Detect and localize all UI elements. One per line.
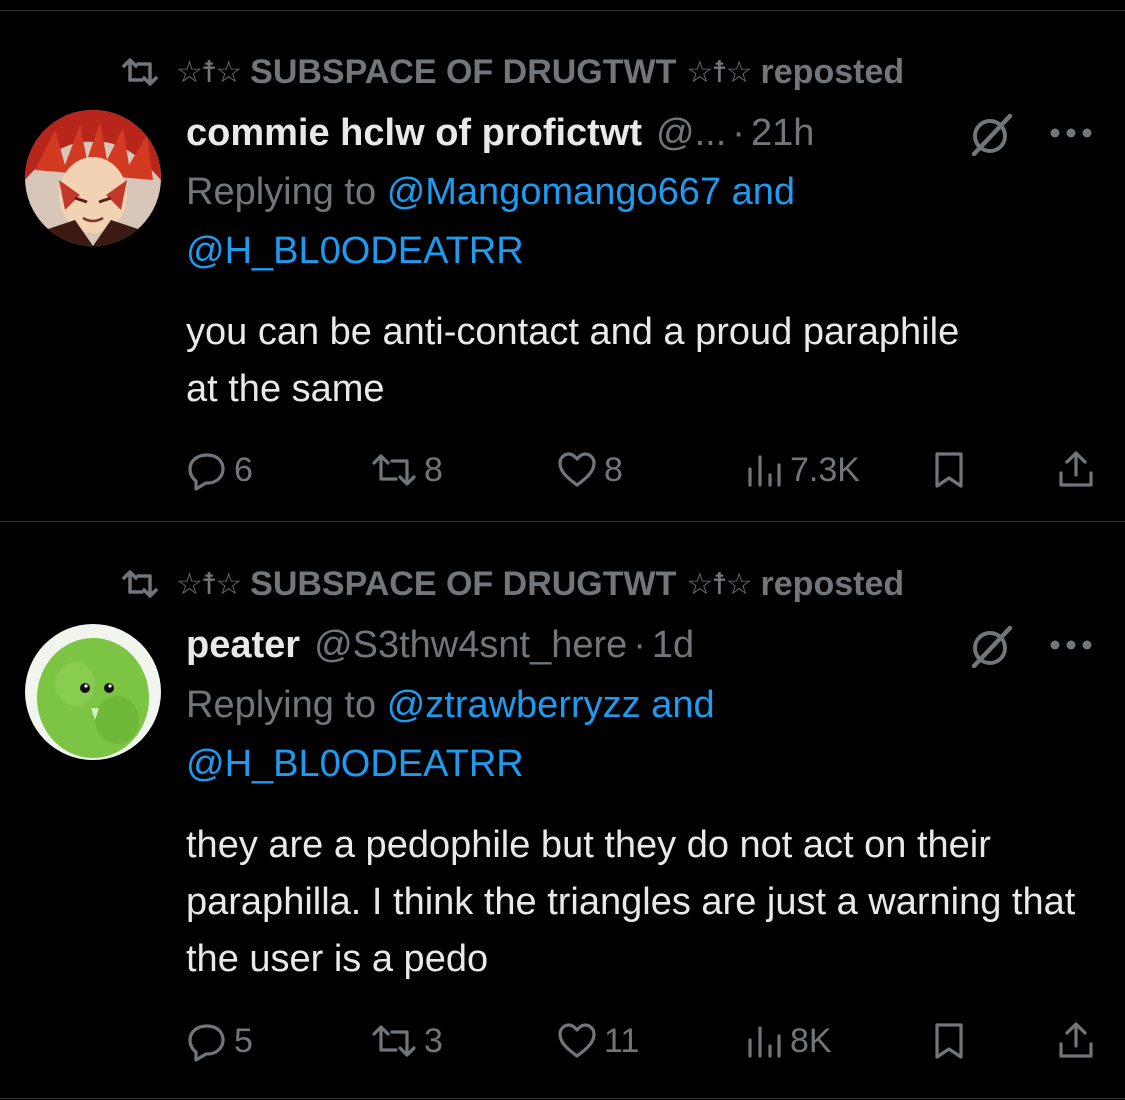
handle[interactable]: @...	[656, 112, 726, 155]
retweet-button[interactable]: 3	[370, 1019, 443, 1063]
mention-joiner[interactable]: and	[651, 684, 714, 726]
more-icon[interactable]	[1048, 126, 1094, 140]
views-button[interactable]: 8K	[744, 1019, 832, 1063]
replying-prefix: Replying to	[186, 684, 377, 726]
views-count: 8K	[790, 1021, 832, 1060]
author-row: peater @S3thw4snt_here · 1d	[186, 620, 694, 670]
share-icon	[1059, 451, 1093, 487]
replying-to: Replying to @Mangomango667 and @H_BL0ODE…	[186, 163, 1086, 281]
action-bar: 6 8 8 7.3K	[186, 448, 1106, 492]
mention-link[interactable]: @H_BL0ODEATRR	[186, 230, 524, 272]
repost-deco-left: ☆☨☆	[176, 55, 242, 89]
bookmark-icon	[935, 1023, 963, 1059]
retweet-button[interactable]: 8	[370, 448, 443, 492]
timestamp[interactable]: 1d	[652, 624, 694, 667]
repost-icon	[122, 58, 158, 86]
share-button[interactable]	[1056, 1019, 1102, 1063]
grok-icon[interactable]	[968, 112, 1014, 158]
repost-icon	[122, 570, 158, 598]
views-button[interactable]: 7.3K	[744, 448, 860, 492]
reply-icon	[188, 1024, 225, 1062]
avatar[interactable]	[25, 110, 161, 246]
retweet-count: 8	[424, 450, 443, 489]
post-divider	[0, 1098, 1125, 1099]
reply-button[interactable]: 6	[186, 448, 253, 492]
repost-context[interactable]: ☆☨☆ SUBSPACE OF DRUGTWT ☆☨☆ reposted	[120, 50, 904, 94]
retweet-count: 3	[424, 1021, 443, 1060]
replying-prefix: Replying to	[186, 171, 377, 213]
share-icon	[1059, 1022, 1093, 1058]
views-count: 7.3K	[790, 450, 860, 489]
mention-link[interactable]: @Mangomango667	[387, 171, 721, 213]
reposted-label: reposted	[760, 52, 905, 91]
reply-button[interactable]: 5	[186, 1019, 253, 1063]
action-bar: 5 3 11 8K	[186, 1019, 1106, 1063]
mention-link[interactable]: @H_BL0ODEATRR	[186, 743, 524, 785]
reply-count: 6	[234, 450, 253, 489]
avatar-image	[25, 110, 161, 246]
views-icon	[748, 1026, 781, 1058]
share-button[interactable]	[1056, 448, 1102, 492]
grok-icon[interactable]	[968, 624, 1014, 670]
repost-deco-right: ☆☨☆	[686, 55, 752, 89]
like-count: 8	[604, 450, 623, 489]
separator-dot: ·	[732, 111, 745, 154]
like-icon	[558, 1023, 596, 1058]
more-icon[interactable]	[1048, 638, 1094, 652]
bookmark-button[interactable]	[931, 1019, 973, 1063]
like-count: 11	[604, 1021, 640, 1060]
mention-joiner[interactable]: and	[732, 171, 795, 213]
like-button[interactable]: 11	[556, 1019, 639, 1063]
repost-deco-left: ☆☨☆	[176, 567, 242, 601]
retweet-icon	[372, 1025, 416, 1057]
reposted-label: reposted	[760, 564, 905, 603]
avatar[interactable]	[25, 624, 161, 760]
post-body[interactable]: they are a pedophile but they do not act…	[186, 817, 1086, 988]
reply-icon	[188, 453, 225, 491]
reposter-name: SUBSPACE OF DRUGTWT	[250, 564, 677, 603]
repost-context[interactable]: ☆☨☆ SUBSPACE OF DRUGTWT ☆☨☆ reposted	[120, 562, 904, 606]
bookmark-icon	[935, 452, 963, 488]
like-icon	[558, 452, 596, 487]
display-name[interactable]: peater	[186, 624, 300, 667]
retweet-icon	[372, 454, 416, 486]
bookmark-button[interactable]	[931, 448, 973, 492]
repost-deco-right: ☆☨☆	[686, 567, 752, 601]
handle[interactable]: @S3thw4snt_here	[314, 624, 627, 667]
avatar-image	[25, 624, 161, 760]
views-icon	[748, 455, 781, 487]
author-row: commie hclw of profictwt @... · 21h	[186, 108, 814, 158]
separator-dot: ·	[633, 623, 646, 666]
post-body[interactable]: you can be anti-contact and a proud para…	[186, 304, 976, 418]
reposter-name: SUBSPACE OF DRUGTWT	[250, 52, 677, 91]
post-divider	[0, 521, 1125, 522]
reply-count: 5	[234, 1021, 253, 1060]
mention-link[interactable]: @ztrawberryzz	[387, 684, 641, 726]
like-button[interactable]: 8	[556, 448, 623, 492]
top-divider	[0, 10, 1125, 11]
timestamp[interactable]: 21h	[751, 112, 814, 155]
display-name[interactable]: commie hclw of profictwt	[186, 112, 642, 155]
replying-to: Replying to @ztrawberryzz and @H_BL0ODEA…	[186, 676, 1086, 794]
